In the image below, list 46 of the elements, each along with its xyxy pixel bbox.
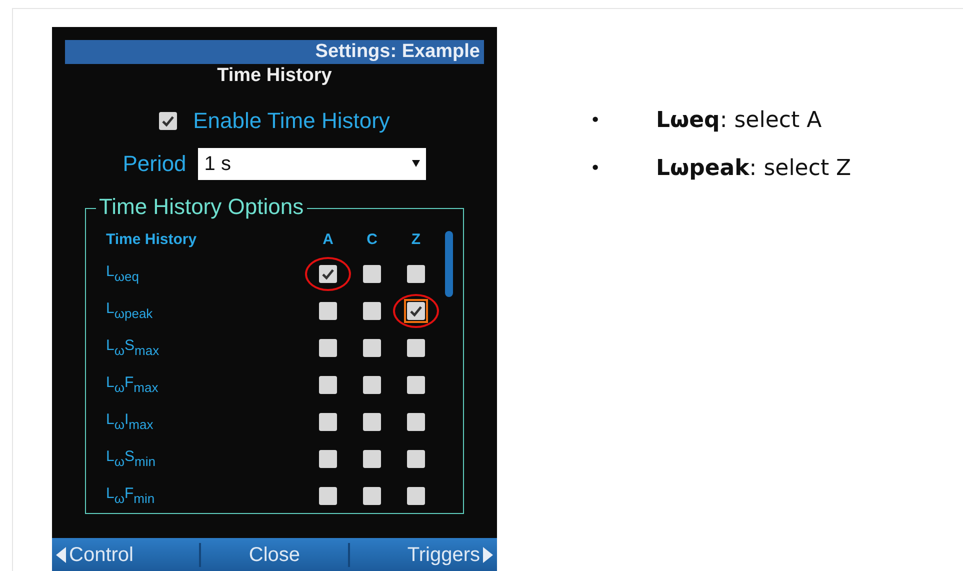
checkbox[interactable] [363, 265, 381, 283]
row-label: L$_{ω}$F$_{max}$ [106, 374, 158, 391]
scrollbar-thumb[interactable] [445, 231, 453, 297]
section-title: Time History [216, 64, 333, 88]
checkbox[interactable] [363, 450, 381, 468]
note-text: Lωpeak: select Z [656, 154, 852, 182]
checkbox[interactable] [363, 376, 381, 394]
bullet-icon: • [590, 154, 656, 182]
footer-button[interactable]: Close [201, 538, 348, 571]
checkbox[interactable] [407, 450, 425, 468]
checkbox[interactable] [319, 450, 337, 468]
checkbox[interactable] [319, 413, 337, 431]
checkbox[interactable] [407, 413, 425, 431]
bullet-icon: • [590, 106, 656, 134]
arrow-icon [483, 546, 493, 562]
checkbox[interactable] [363, 413, 381, 431]
row-label: L$_{ω}$S$_{min}$ [106, 448, 156, 465]
checkbox[interactable] [159, 112, 178, 130]
checkbox[interactable] [407, 487, 425, 505]
caret-icon [412, 160, 420, 167]
checkbox[interactable] [319, 487, 337, 505]
row-label: L$_{ω}$I$_{max}$ [106, 411, 154, 428]
footer-button[interactable]: Triggers [350, 538, 497, 571]
period-dropdown[interactable]: 1 s [198, 148, 426, 180]
checkbox[interactable] [407, 265, 425, 283]
checkbox[interactable] [319, 302, 337, 320]
arrow-icon [56, 546, 66, 562]
header-bar: Settings: Example [65, 40, 484, 64]
checkbox[interactable] [407, 376, 425, 394]
column-header: C [366, 230, 378, 250]
row-label: L$_{ω}$F$_{min}$ [106, 485, 155, 502]
footer-button[interactable]: Control [52, 538, 199, 571]
field-label: Period [122, 150, 186, 178]
checkbox-label: Enable Time History [193, 107, 390, 135]
column-header: Time History [106, 231, 197, 248]
checkbox[interactable] [319, 376, 337, 394]
checkbox[interactable] [319, 265, 337, 283]
checkbox[interactable] [407, 339, 425, 357]
checkbox[interactable] [363, 302, 381, 320]
note-text: Lωeq: select A [656, 106, 822, 134]
column-header: A [322, 230, 334, 250]
checkbox[interactable] [319, 339, 337, 357]
checkbox[interactable] [363, 487, 381, 505]
checkbox[interactable] [363, 339, 381, 357]
row-label: L$_{ω}$S$_{max}$ [106, 337, 160, 354]
column-header: Z [411, 230, 421, 250]
